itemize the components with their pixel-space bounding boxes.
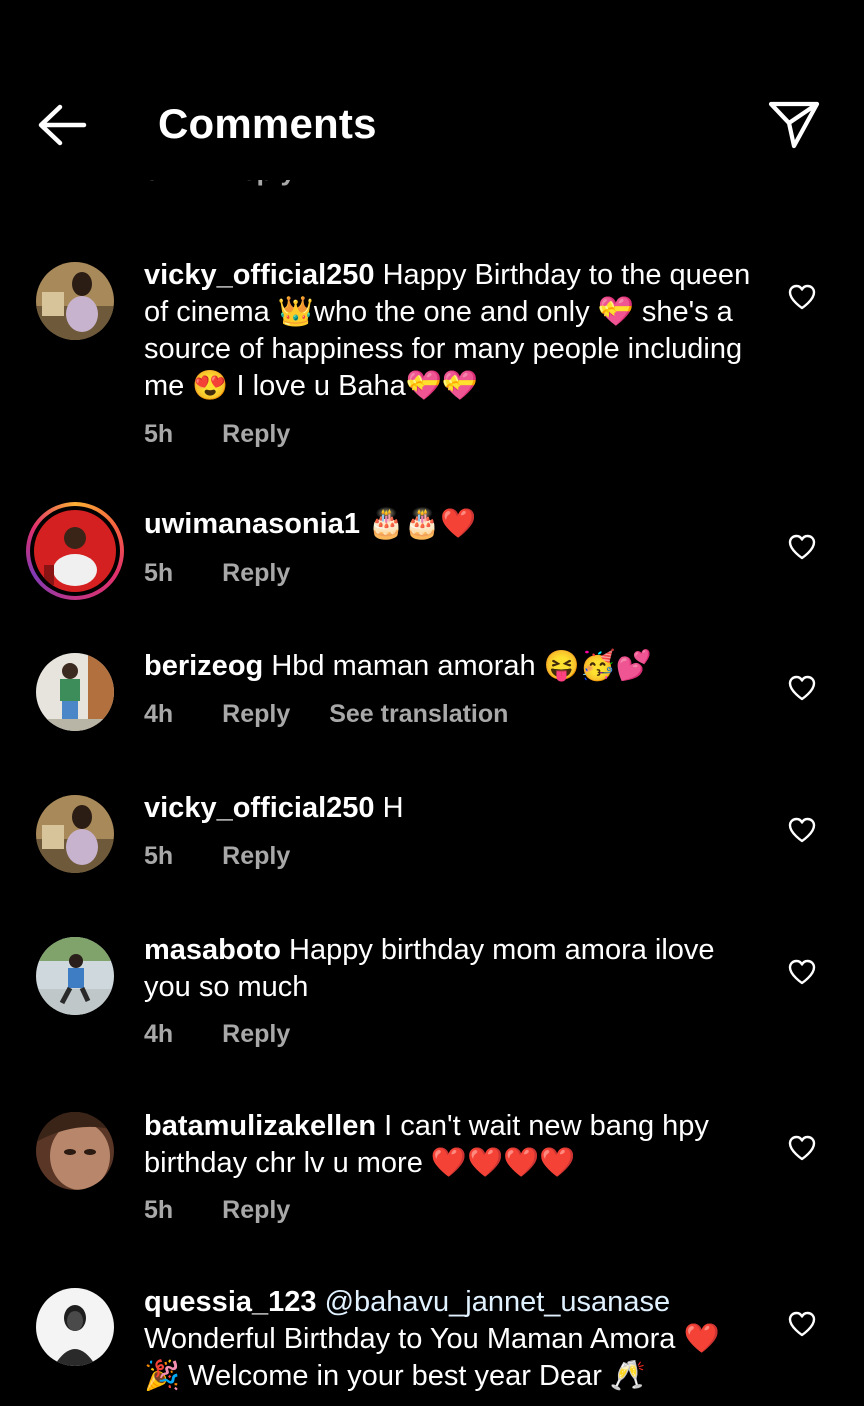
comment-text: berizeog Hbd maman amorah 😝🥳💕: [144, 648, 754, 685]
comment-username[interactable]: masaboto: [144, 934, 281, 966]
comment-time: 5h: [144, 1196, 174, 1224]
comment-meta: 5h Reply: [144, 420, 290, 449]
comment-username[interactable]: vicky_official250: [144, 259, 375, 291]
comment-username[interactable]: quessia_123: [144, 1286, 317, 1318]
comment-time: 5h: [144, 559, 174, 587]
comment-username[interactable]: vicky_official250: [144, 792, 375, 824]
avatar[interactable]: [36, 937, 114, 1015]
comment-time: 4h: [144, 700, 174, 728]
reply-button[interactable]: Reply: [222, 420, 290, 449]
comment-meta: 4h Reply See translation: [144, 700, 508, 729]
comment-time: 5h: [144, 420, 174, 448]
arrow-left-icon[interactable]: [30, 98, 90, 152]
reply-button[interactable]: Reply: [222, 1020, 290, 1049]
reply-button[interactable]: Reply: [222, 700, 290, 729]
comment-username[interactable]: batamulizakellen: [144, 1110, 376, 1142]
reply-button[interactable]: Reply: [222, 842, 290, 871]
comment-text: masaboto Happy birthday mom amora ilove …: [144, 932, 754, 1006]
heart-icon[interactable]: [788, 1311, 816, 1337]
comment-time: 5h: [144, 842, 174, 870]
reply-button[interactable]: Reply: [222, 559, 290, 588]
comment-text: batamulizakellen I can't wait new bang h…: [144, 1108, 754, 1182]
avatar[interactable]: [36, 653, 114, 731]
comment-body: Hbd maman amorah 😝🥳💕: [271, 650, 653, 682]
comment-time: 4h: [144, 1020, 174, 1048]
comment-mention[interactable]: @bahavu_jannet_usanase: [325, 1286, 671, 1318]
comment-username[interactable]: berizeog: [144, 650, 263, 682]
reply-button[interactable]: Reply: [222, 1196, 290, 1225]
avatar: [34, 510, 116, 592]
heart-icon[interactable]: [788, 959, 816, 985]
comment-text: vicky_official250 Happy Birthday to the …: [144, 257, 754, 405]
comment-meta: 5h Reply: [144, 1196, 290, 1225]
app-header: Comments: [0, 0, 864, 180]
heart-icon[interactable]: [788, 817, 816, 843]
comment-text: vicky_official250 H: [144, 790, 754, 827]
comment-meta: 5h Reply: [144, 559, 290, 588]
page-title: Comments: [158, 100, 377, 147]
avatar[interactable]: [36, 1288, 114, 1366]
story-ring[interactable]: [26, 502, 124, 600]
comment-username[interactable]: uwimanasonia1: [144, 508, 360, 540]
avatar[interactable]: [36, 1112, 114, 1190]
comment-meta: 4h Reply: [144, 1020, 290, 1049]
comment-body: H: [382, 792, 404, 824]
avatar[interactable]: [36, 262, 114, 340]
comment-text: uwimanasonia1 🎂🎂❤️: [144, 506, 754, 543]
heart-icon[interactable]: [788, 1135, 816, 1161]
comment-body: 🎂🎂❤️: [368, 508, 477, 540]
heart-icon[interactable]: [788, 284, 816, 310]
heart-icon[interactable]: [788, 675, 816, 701]
see-translation-button[interactable]: See translation: [329, 700, 508, 729]
heart-icon[interactable]: [788, 534, 816, 560]
comment-body: Wonderful Birthday to You Maman Amora ❤️…: [144, 1323, 720, 1392]
avatar[interactable]: [36, 795, 114, 873]
send-icon[interactable]: [764, 96, 824, 152]
comment-text: quessia_123 @bahavu_jannet_usanase Wonde…: [144, 1284, 754, 1395]
comment-meta: 5h Reply: [144, 842, 290, 871]
